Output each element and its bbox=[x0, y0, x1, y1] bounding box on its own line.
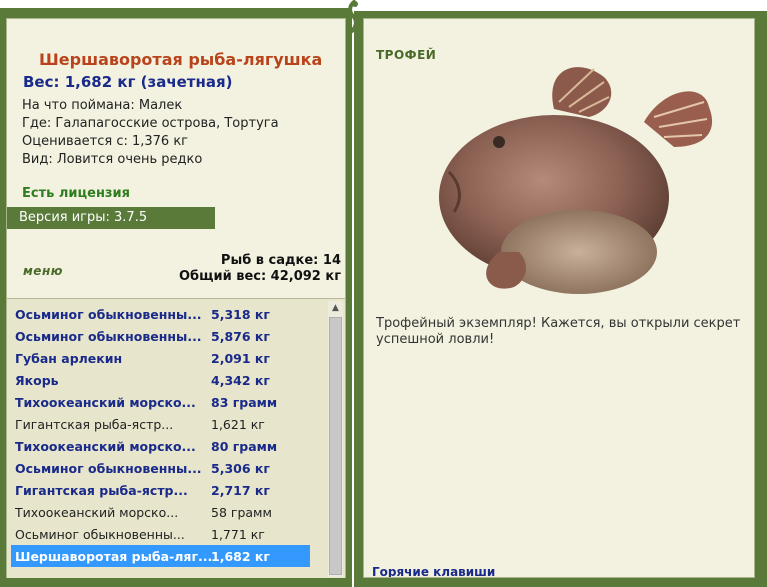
catch-fish-name: Осьминог обыкновенны... bbox=[15, 328, 202, 344]
catch-fish-name: Осьминог обыкновенны... bbox=[15, 526, 185, 542]
catch-fish-weight: 80 грамм bbox=[211, 438, 278, 454]
fish-name: Шершаворотая рыба-лягушка bbox=[39, 50, 323, 69]
scrollbar[interactable]: ▲ bbox=[328, 301, 343, 577]
catch-fish-weight: 1,682 кг bbox=[211, 548, 270, 564]
hotkeys-link[interactable]: Горячие клавиши bbox=[372, 565, 495, 577]
bait-info: На что поймана: Малек bbox=[22, 98, 183, 113]
catch-list-row[interactable]: Гигантская рыба-ястр... 2,717 кг bbox=[11, 479, 310, 501]
catch-list-row[interactable]: Шершаворотая рыба-ляг... 1,682 кг bbox=[11, 545, 310, 567]
menu-link[interactable]: меню bbox=[23, 264, 63, 278]
fish-image bbox=[439, 67, 713, 294]
catch-fish-name: Гигантская рыба-ястр... bbox=[15, 416, 174, 432]
location-info: Где: Галапагосские острова, Тортуга bbox=[22, 116, 279, 131]
catch-fish-weight: 58 грамм bbox=[211, 504, 272, 520]
version-bar: Версия игры: 3.7.5 bbox=[7, 207, 215, 229]
scroll-up-arrow-icon[interactable]: ▲ bbox=[328, 301, 343, 316]
right-frame: ТРОФЕЙ Трофейный экземпляр! Кажется, вы … bbox=[354, 11, 767, 587]
catch-list-row[interactable]: Осьминог обыкновенны... 5,876 кг bbox=[11, 325, 310, 347]
catch-list-row[interactable]: Гигантская рыба-ястр... 1,621 кг bbox=[11, 413, 310, 435]
rarity-info: Вид: Ловится очень редко bbox=[22, 152, 203, 167]
catch-list-row[interactable]: Тихоокеанский морско... 83 грамм bbox=[11, 391, 310, 413]
valued-info: Оценивается с: 1,376 кг bbox=[22, 134, 189, 149]
catch-fish-name: Тихоокеанский морско... bbox=[15, 504, 179, 520]
catch-fish-name: Осьминог обыкновенны... bbox=[15, 460, 202, 476]
catch-fish-weight: 5,318 кг bbox=[211, 306, 270, 322]
scroll-thumb[interactable] bbox=[329, 317, 342, 575]
trophy-panel: ТРОФЕЙ Трофейный экземпляр! Кажется, вы … bbox=[363, 18, 755, 578]
catch-list-row[interactable]: Тихоокеанский морско... 58 грамм bbox=[11, 501, 310, 523]
catch-list-row[interactable]: Осьминог обыкновенны... 5,318 кг bbox=[11, 303, 310, 325]
fish-weight: Вес: 1,682 кг (зачетная) bbox=[23, 73, 233, 91]
catch-fish-weight: 4,342 кг bbox=[211, 372, 270, 388]
catch-fish-weight: 2,091 кг bbox=[211, 350, 270, 366]
catch-fish-name: Шершаворотая рыба-ляг... bbox=[15, 548, 211, 564]
left-frame: Шершаворотая рыба-лягушка Вес: 1,682 кг … bbox=[0, 8, 352, 587]
license-status: Есть лицензия bbox=[22, 186, 130, 201]
catch-fish-weight: 1,621 кг bbox=[211, 416, 265, 432]
fish-count: Рыб в садке: 14 bbox=[220, 253, 341, 268]
total-weight: Общий вес: 42,092 кг bbox=[178, 269, 341, 284]
fish-info-panel: Шершаворотая рыба-лягушка Вес: 1,682 кг … bbox=[6, 18, 346, 578]
catch-fish-weight: 2,717 кг bbox=[211, 482, 270, 498]
catch-fish-weight: 1,771 кг bbox=[211, 526, 265, 542]
catch-fish-weight: 5,876 кг bbox=[211, 328, 270, 344]
trophy-text: Трофейный экземпляр! Кажется, вы открыли… bbox=[376, 316, 741, 347]
catch-fish-name: Якорь bbox=[15, 372, 59, 388]
catch-fish-name: Тихоокеанский морско... bbox=[15, 394, 196, 410]
catch-list-row[interactable]: Губан арлекин 2,091 кг bbox=[11, 347, 310, 369]
catch-fish-name: Тихоокеанский морско... bbox=[15, 438, 196, 454]
catch-fish-name: Гигантская рыба-ястр... bbox=[15, 482, 188, 498]
catch-list-row[interactable]: Осьминог обыкновенны... 5,306 кг bbox=[11, 457, 310, 479]
catch-fish-weight: 5,306 кг bbox=[211, 460, 270, 476]
catch-fish-name: Осьминог обыкновенны... bbox=[15, 306, 202, 322]
catch-list-row[interactable]: Тихоокеанский морско... 80 грамм bbox=[11, 435, 310, 457]
catch-list[interactable]: Осьминог обыкновенны... 5,318 кг Осьминог … bbox=[7, 298, 345, 578]
catch-fish-weight: 83 грамм bbox=[211, 394, 278, 410]
catch-list-row[interactable]: Осьминог обыкновенны... 1,771 кг bbox=[11, 523, 310, 545]
catch-list-row[interactable]: Якорь 4,342 кг bbox=[11, 369, 310, 391]
catch-fish-name: Губан арлекин bbox=[15, 350, 123, 366]
